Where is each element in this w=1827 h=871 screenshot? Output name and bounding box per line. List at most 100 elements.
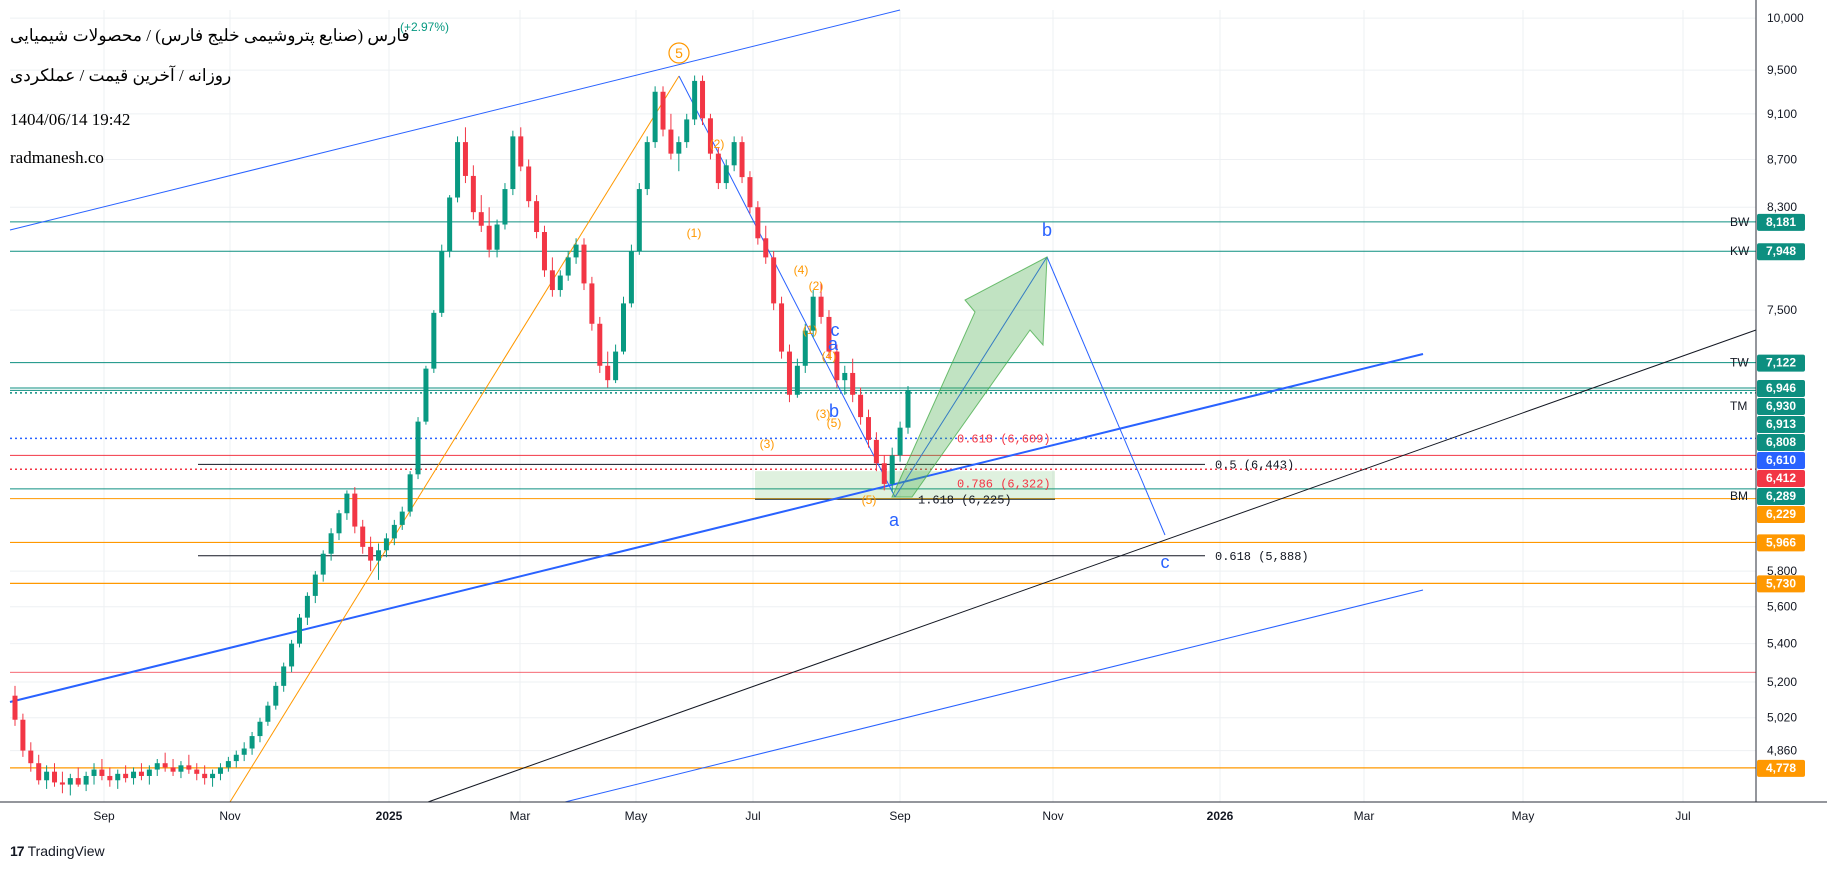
candle-body [28, 750, 34, 764]
candle [12, 685, 18, 726]
chart-subtitle: روزانه / آخرین قیمت / عملکردی [10, 66, 232, 85]
candle [644, 136, 650, 196]
price-badge: 7,122 TW [1730, 354, 1805, 372]
candle-body [597, 323, 603, 366]
candle [771, 250, 777, 311]
y-tick-label: 4,860 [1767, 744, 1797, 758]
candle-body [249, 736, 255, 749]
y-tick-label: 5,200 [1767, 675, 1797, 689]
x-tick-label: May [1512, 809, 1535, 823]
candle-body [858, 394, 864, 418]
chart-datetime: 1404/06/14 19:42 [10, 110, 131, 129]
candle-body [621, 303, 627, 352]
price-badge-label: TM [1730, 399, 1747, 413]
y-tick-label: 5,600 [1767, 600, 1797, 614]
candle [352, 487, 358, 534]
candle-body [210, 773, 216, 779]
candle-body [502, 189, 508, 225]
price-badge-value: 6,913 [1766, 417, 1796, 431]
candle-body [510, 136, 516, 190]
candle-body [447, 197, 453, 251]
candle-body [581, 244, 587, 284]
candle-body [75, 778, 81, 785]
price-badge: 5,966 [1757, 534, 1805, 552]
x-tick-label: 2026 [1207, 809, 1234, 823]
price-badge: 6,808 [1757, 434, 1805, 452]
candle [510, 130, 516, 196]
wave-label: (2) [710, 137, 725, 151]
candle-body [265, 705, 271, 722]
candle-body [541, 232, 547, 271]
price-badge-label: KW [1730, 244, 1750, 258]
candle-body [415, 421, 421, 475]
candle [905, 385, 911, 434]
candle-body [897, 427, 903, 456]
candle-body [613, 351, 619, 381]
y-tick-label: 9,100 [1767, 107, 1797, 121]
candle [391, 519, 397, 546]
candle-body [131, 771, 137, 779]
candle [597, 316, 603, 373]
candle-body [565, 257, 571, 276]
candle [407, 471, 413, 517]
candle [178, 761, 184, 779]
wave-label: (1) [687, 226, 702, 240]
candle-body [423, 368, 429, 422]
candle [660, 86, 666, 137]
candle [447, 195, 453, 258]
candle [486, 207, 492, 258]
candle [731, 136, 737, 172]
candle-body [715, 153, 721, 184]
grid [10, 10, 1756, 802]
candle [779, 296, 785, 359]
fib-label: 0.618 (6,609) [957, 433, 1051, 447]
candle-body [296, 617, 302, 644]
candle [676, 136, 682, 172]
candle [249, 731, 255, 755]
candle [628, 244, 634, 308]
candle-body [67, 778, 73, 785]
candle-body [391, 524, 397, 539]
wave-label: 5 [675, 45, 683, 61]
candle-body [304, 595, 310, 618]
candle-body [494, 224, 500, 250]
candle [20, 713, 26, 757]
candle [786, 344, 792, 403]
candle [336, 509, 342, 541]
candle-body [36, 763, 42, 781]
trend-line [427, 329, 1757, 803]
price-badge-value: 6,610 [1766, 453, 1796, 467]
candle-body [455, 142, 461, 198]
candle [289, 639, 295, 673]
candle-body [123, 773, 129, 779]
candle-body [368, 546, 374, 561]
candle [194, 763, 200, 781]
price-badge-label: TW [1730, 356, 1749, 370]
candle [858, 387, 864, 425]
candle-body [668, 129, 674, 154]
tradingview-footer[interactable]: 17 TradingView [10, 843, 105, 859]
candle [296, 613, 302, 648]
candle-body [202, 773, 208, 779]
candle [281, 662, 287, 692]
candle [636, 183, 642, 255]
price-chart[interactable]: 0.5 (6,443) 0.618 (6,609) 0.786 (6,322)1.6… [0, 0, 1827, 871]
candle [573, 238, 579, 264]
candle-body [360, 526, 366, 547]
wave-label: (3) [760, 437, 775, 451]
price-badge-label: BM [1730, 489, 1748, 503]
candle [36, 754, 42, 785]
price-badge-label: BW [1730, 215, 1750, 229]
price-badge: 8,181 BW [1730, 213, 1805, 231]
wave-label: b [1042, 220, 1052, 240]
price-badge-value: 5,730 [1766, 576, 1796, 590]
candle [763, 225, 769, 264]
candle [44, 765, 50, 789]
x-tick-label: Mar [1354, 809, 1375, 823]
y-tick-label: 7,500 [1767, 303, 1797, 317]
candle-body [462, 142, 468, 176]
candle-body [83, 775, 89, 785]
candle-body [794, 365, 800, 395]
candles [12, 75, 911, 796]
candle-body [628, 250, 634, 304]
